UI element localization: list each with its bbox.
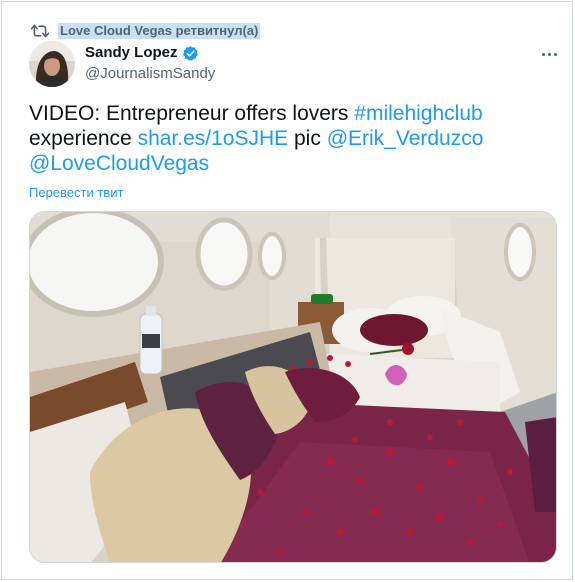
tweet-text: VIDEO: Entrepreneur offers lovers #mileh… <box>29 101 549 176</box>
more-dot <box>553 52 557 56</box>
url-link[interactable]: shar.es/1oSJHE <box>138 127 289 150</box>
more-dot <box>547 52 551 56</box>
mention-link-lovecloud[interactable]: @LoveCloudVegas <box>29 152 209 175</box>
retweet-label[interactable]: Love Cloud Vegas ретвитнул(а) <box>58 23 261 39</box>
retweet-indicator[interactable]: Love Cloud Vegas ретвитнул(а) <box>30 21 261 41</box>
hashtag-link[interactable]: #milehighclub <box>354 102 482 125</box>
tweet-text-part: pic <box>288 127 327 150</box>
more-icon[interactable] <box>537 46 561 62</box>
tweet-photo[interactable] <box>29 211 557 563</box>
retweet-icon <box>30 24 50 38</box>
avatar[interactable] <box>29 41 75 87</box>
author-handle[interactable]: @JournalismSandy <box>85 65 215 83</box>
tweet-card: Love Cloud Vegas ретвитнул(а) Sandy Lope… <box>1 1 573 580</box>
verified-badge-icon <box>182 45 198 61</box>
mention-link-erik[interactable]: @Erik_Verduzco <box>327 127 484 150</box>
author-name[interactable]: Sandy Lopez <box>85 44 178 62</box>
tweet-text-part: experience <box>29 127 138 150</box>
author-info: Sandy Lopez @JournalismSandy <box>85 44 215 83</box>
tweet-text-part: VIDEO: Entrepreneur offers lovers <box>29 102 355 125</box>
more-dot <box>541 52 545 56</box>
aircraft-cabin-photo <box>30 212 556 562</box>
translate-tweet-link[interactable]: Перевести твит <box>29 185 123 200</box>
